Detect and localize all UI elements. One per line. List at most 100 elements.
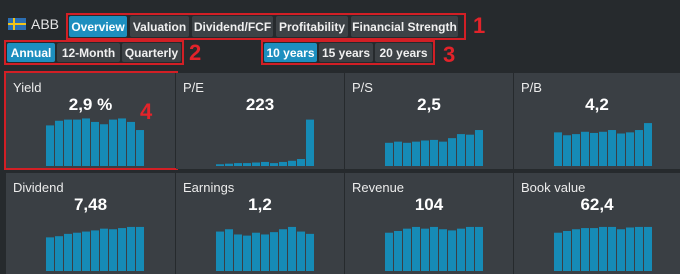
sparkline-bar bbox=[626, 227, 634, 271]
ticker-label: ABB bbox=[31, 16, 60, 32]
sparkline-bar bbox=[82, 231, 90, 271]
sparkline-chart bbox=[46, 226, 144, 271]
sparkline-bar bbox=[635, 226, 643, 271]
sparkline-bar bbox=[243, 235, 251, 271]
sparkline-bar bbox=[554, 232, 562, 271]
sparkline-bar bbox=[626, 132, 634, 166]
sparkline-bar bbox=[216, 231, 224, 271]
sparkline-chart bbox=[554, 226, 652, 271]
sparkline-bar bbox=[617, 229, 625, 271]
tab-profitability[interactable]: Profitability bbox=[276, 16, 348, 37]
sparkline-bar bbox=[252, 162, 260, 166]
annotation-3: 3 bbox=[443, 42, 456, 67]
sparkline-bar bbox=[430, 139, 438, 166]
sparkline-bar bbox=[599, 131, 607, 166]
period-annual[interactable]: Annual bbox=[7, 43, 55, 62]
sparkline-bar bbox=[644, 123, 652, 166]
sparkline-bar bbox=[563, 230, 571, 271]
sparkline-bar bbox=[475, 226, 483, 271]
sparkline-bar bbox=[635, 130, 643, 166]
sweden-flag-icon bbox=[8, 18, 26, 30]
sparkline-bar bbox=[288, 160, 296, 166]
sparkline-bar bbox=[306, 119, 314, 166]
sparkline-bar bbox=[617, 133, 625, 166]
annotation-4: 4 bbox=[140, 99, 153, 124]
annotation-1: 1 bbox=[473, 13, 486, 38]
sparkline-bar bbox=[644, 226, 652, 271]
sparkline-bar bbox=[394, 230, 402, 271]
tab-overview[interactable]: Overview bbox=[69, 16, 127, 37]
sparkline-bar bbox=[109, 229, 117, 271]
sparkline-bar bbox=[403, 228, 411, 271]
sparkline-bar bbox=[403, 142, 411, 166]
annotation-2: 2 bbox=[189, 40, 202, 65]
sparkline-bar bbox=[385, 232, 393, 271]
sparkline-bar bbox=[608, 130, 616, 166]
sparkline-bar bbox=[412, 226, 420, 271]
sparkline-bar bbox=[270, 232, 278, 271]
sparkline-bar bbox=[421, 140, 429, 166]
sparkline-bar bbox=[581, 131, 589, 166]
period-quarterly[interactable]: Quarterly bbox=[122, 43, 181, 62]
sparkline-bar bbox=[234, 163, 242, 166]
sparkline-bar bbox=[466, 226, 474, 271]
sparkline-chart bbox=[216, 226, 314, 271]
tile-ps[interactable]: P/S 2,5 bbox=[345, 73, 513, 169]
tab-financial-strength[interactable]: Financial Strength bbox=[351, 16, 458, 37]
sparkline-bar bbox=[243, 163, 251, 166]
sparkline-bar bbox=[394, 141, 402, 166]
sparkline-bar bbox=[118, 228, 126, 271]
sparkline-bar bbox=[64, 233, 72, 271]
tile-revenue[interactable]: Revenue 104 bbox=[345, 173, 513, 274]
sparkline-chart bbox=[216, 119, 314, 166]
sparkline-bar bbox=[448, 230, 456, 271]
sparkline-bar bbox=[55, 236, 63, 271]
sparkline-bar bbox=[439, 229, 447, 271]
sparkline-bar bbox=[448, 138, 456, 166]
range-15-years[interactable]: 15 years bbox=[319, 43, 373, 62]
sparkline-bar bbox=[457, 228, 465, 271]
sparkline-bar bbox=[46, 237, 54, 271]
sparkline-bar bbox=[563, 135, 571, 166]
sparkline-bar bbox=[73, 232, 81, 271]
sparkline-bar bbox=[225, 163, 233, 166]
tab-dividend-fcf[interactable]: Dividend/FCF bbox=[192, 16, 273, 37]
sparkline-bar bbox=[475, 130, 483, 166]
range-10-years[interactable]: 10 years bbox=[264, 43, 317, 62]
sparkline-bar bbox=[216, 164, 224, 166]
tile-pb[interactable]: P/B 4,2 bbox=[514, 73, 680, 169]
sparkline-bar bbox=[261, 161, 269, 166]
sparkline-bar bbox=[421, 228, 429, 271]
sparkline-bar bbox=[572, 229, 580, 271]
sparkline-bar bbox=[270, 163, 278, 166]
sparkline-bar bbox=[136, 226, 144, 271]
sparkline-bar bbox=[91, 230, 99, 271]
sparkline-chart bbox=[385, 130, 483, 166]
sparkline-bar bbox=[252, 232, 260, 271]
period-12-month[interactable]: 12-Month bbox=[57, 43, 120, 62]
sparkline-chart bbox=[385, 226, 483, 271]
sparkline-chart bbox=[554, 123, 652, 166]
tile-dividend[interactable]: Dividend 7,48 bbox=[6, 173, 175, 274]
tile-pe[interactable]: P/E 223 bbox=[176, 73, 344, 169]
sparkline-bar bbox=[457, 134, 465, 166]
sparkline-bar bbox=[234, 234, 242, 271]
sparkline-bar bbox=[279, 161, 287, 166]
sparkline-bar bbox=[590, 132, 598, 166]
sparkline-bar bbox=[554, 132, 562, 166]
sparkline-bar bbox=[279, 229, 287, 271]
range-20-years[interactable]: 20 years bbox=[375, 43, 432, 62]
sparkline-bar bbox=[608, 226, 616, 271]
sparkline-bar bbox=[412, 141, 420, 166]
sparkline-bar bbox=[100, 228, 108, 271]
sparkline-bar bbox=[306, 233, 314, 271]
sparkline-bar bbox=[466, 134, 474, 166]
tab-valuation[interactable]: Valuation bbox=[130, 16, 189, 37]
sparkline-bar bbox=[297, 231, 305, 271]
sparkline-bar bbox=[590, 228, 598, 271]
sparkline-bar bbox=[439, 141, 447, 166]
sparkline-bar bbox=[297, 159, 305, 166]
tile-earnings[interactable]: Earnings 1,2 bbox=[176, 173, 344, 274]
sparkline-bar bbox=[599, 226, 607, 271]
tile-book-value[interactable]: Book value 62,4 bbox=[514, 173, 680, 274]
